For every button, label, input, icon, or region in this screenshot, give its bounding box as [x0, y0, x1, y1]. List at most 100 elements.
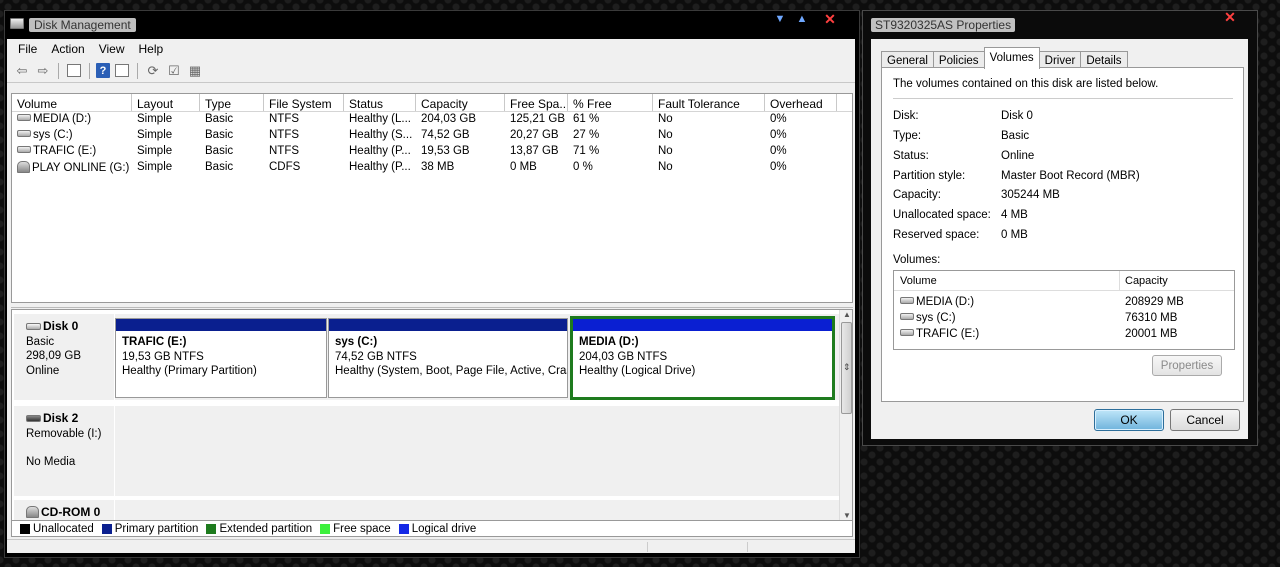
partition-status: Healthy (Primary Partition): [122, 365, 257, 377]
volumes-table[interactable]: Volume Capacity MEDIA (D:) 208929 MB sys…: [893, 270, 1235, 350]
disk-row-disk-0[interactable]: Disk 0 Basic 298,09 GB Online TRAFIC (E:…: [12, 314, 840, 400]
column-header-status[interactable]: Status: [344, 94, 416, 111]
field-value: 0 MB: [1001, 229, 1028, 241]
show-hide-console-tree-icon[interactable]: [65, 62, 83, 80]
partition-name: sys (C:): [335, 336, 378, 348]
volume-capacity: 76310 MB: [1125, 312, 1178, 324]
volume-name: sys (C:): [33, 129, 73, 141]
hard-disk-icon: [26, 323, 41, 330]
window-title: Disk Management: [29, 18, 136, 32]
cell-volume: MEDIA (D:): [12, 112, 132, 128]
cell-status: Healthy (P...: [349, 145, 411, 157]
menu-help[interactable]: Help: [132, 39, 171, 59]
column-header-layout[interactable]: Layout: [132, 94, 200, 111]
column-header-volume[interactable]: Volume: [12, 94, 132, 111]
disk-row-cdrom-0[interactable]: CD-ROM 0 DVD (F:): [12, 500, 840, 520]
column-header-file-system[interactable]: File System: [264, 94, 344, 111]
column-header-capacity[interactable]: Capacity: [416, 94, 505, 111]
volume-name: PLAY ONLINE (G:): [32, 162, 130, 174]
field-label: Disk:: [893, 110, 919, 122]
cancel-button[interactable]: Cancel: [1170, 409, 1240, 431]
help-icon[interactable]: ?: [96, 63, 110, 78]
volume-list[interactable]: Volume Layout Type File System Status Capacit…: [11, 93, 853, 303]
column-header-overhead[interactable]: Overhead: [765, 94, 837, 111]
drive-icon: [900, 329, 914, 336]
partition-size: 74,52 GB NTFS: [335, 350, 417, 363]
partition-status: Healthy (Logical Drive): [579, 365, 696, 377]
disk-view-scrollbar[interactable]: ▲ ⇕ ▼: [839, 310, 852, 520]
field-label: Status:: [893, 150, 929, 162]
scroll-up-arrow-icon[interactable]: ▲: [843, 310, 851, 319]
legend-label: Extended partition: [219, 522, 313, 535]
cd-icon: [17, 161, 30, 173]
cell-overhead: 0%: [770, 113, 787, 125]
disk-row-disk-2[interactable]: Disk 2 Removable (I:) No Media: [12, 406, 840, 496]
maximize-button[interactable]: ▲: [791, 11, 813, 29]
refresh-icon[interactable]: ⟳: [144, 62, 162, 80]
ok-button[interactable]: OK: [1094, 409, 1164, 431]
volume-row[interactable]: MEDIA (D:) 208929 MB: [894, 295, 1234, 311]
column-header-percent-free[interactable]: % Free: [568, 94, 653, 111]
menu-file[interactable]: File: [11, 39, 44, 59]
column-header-type[interactable]: Type: [200, 94, 264, 111]
cell-free-space: 125,21 GB: [510, 113, 565, 125]
disk-2-empty-area: [115, 406, 840, 496]
column-header-free-space[interactable]: Free Spa...: [505, 94, 568, 111]
cell-fault-tolerance: No: [658, 161, 673, 173]
volume-name: TRAFIC (E:): [33, 145, 97, 157]
pane-splitter[interactable]: [11, 303, 853, 308]
partition-sys-c[interactable]: sys (C:) 74,52 GB NTFS Healthy (System, …: [328, 318, 568, 398]
partition-status: Healthy (System, Boot, Page File, Active…: [335, 365, 567, 377]
disk-2-label[interactable]: Disk 2 Removable (I:) No Media: [14, 406, 114, 496]
partition-trafic-e[interactable]: TRAFIC (E:) 19,53 GB NTFS Healthy (Prima…: [115, 318, 327, 398]
volume-row[interactable]: PLAY ONLINE (G:) Simple Basic CDFS Healthy (…: [12, 160, 852, 176]
column-volume[interactable]: Volume: [894, 271, 1120, 290]
cell-type: Basic: [205, 161, 234, 173]
field-value: Online: [1001, 150, 1035, 162]
cell-capacity: 19,53 GB: [421, 145, 470, 157]
scroll-down-arrow-icon[interactable]: ▼: [843, 511, 851, 520]
minimize-button[interactable]: ▼: [769, 11, 791, 29]
properties-icon[interactable]: ☑: [165, 62, 183, 80]
menu-action[interactable]: Action: [44, 39, 91, 59]
properties-button[interactable]: Properties: [1152, 355, 1222, 376]
cdrom-0-label[interactable]: CD-ROM 0 DVD (F:): [14, 500, 114, 520]
volume-row[interactable]: TRAFIC (E:) Simple Basic NTFS Healthy (P... 1…: [12, 144, 852, 160]
cell-layout: Simple: [137, 145, 173, 157]
close-button[interactable]: ✕: [819, 11, 841, 29]
dialog-close-button[interactable]: ✕: [1219, 10, 1241, 26]
forward-arrow-icon[interactable]: ⇨: [34, 62, 52, 80]
show-action-pane-icon[interactable]: [113, 62, 131, 80]
column-capacity[interactable]: Capacity: [1120, 271, 1168, 290]
cell-fault-tolerance: No: [658, 145, 673, 157]
cell-percent-free: 27 %: [573, 129, 600, 141]
disk-0-type: Basic: [26, 335, 55, 348]
volumes-table-body: MEDIA (D:) 208929 MB sys (C:) 76310 MB T…: [894, 291, 1234, 343]
cell-capacity: 204,03 GB: [421, 113, 476, 125]
volume-row[interactable]: sys (C:) 76310 MB: [894, 311, 1234, 327]
rescan-disks-icon[interactable]: ▦: [186, 62, 204, 80]
volume-row[interactable]: sys (C:) Simple Basic NTFS Healthy (S... 74,5…: [12, 128, 852, 144]
volume-capacity: 208929 MB: [1125, 296, 1184, 308]
column-header-fault-tolerance[interactable]: Fault Tolerance: [653, 94, 765, 111]
cell-free-space: 13,87 GB: [510, 145, 559, 157]
legend-swatch: [206, 523, 217, 534]
partition-name: MEDIA (D:): [579, 336, 639, 348]
cell-percent-free: 0 %: [573, 161, 593, 173]
back-arrow-icon[interactable]: ⇦: [13, 62, 31, 80]
tab-volumes[interactable]: Volumes: [983, 47, 1040, 69]
partition-media-d[interactable]: MEDIA (D:) 204,03 GB NTFS Healthy (Logic…: [570, 316, 835, 400]
cell-percent-free: 71 %: [573, 145, 600, 157]
cell-volume: PLAY ONLINE (G:): [12, 160, 132, 176]
volume-row[interactable]: TRAFIC (E:) 20001 MB: [894, 327, 1234, 343]
cell-fault-tolerance: No: [658, 113, 673, 125]
removable-disk-icon: [26, 415, 41, 422]
panel-description: The volumes contained on this disk are l…: [893, 78, 1159, 90]
disk-0-partitions: TRAFIC (E:) 19,53 GB NTFS Healthy (Prima…: [115, 314, 840, 400]
volume-row[interactable]: MEDIA (D:) Simple Basic NTFS Healthy (L... 20…: [12, 112, 852, 128]
tab-strip: General Policies Volumes Driver Details: [881, 47, 1128, 69]
menu-view[interactable]: View: [92, 39, 132, 59]
partition-size: 204,03 GB NTFS: [579, 350, 668, 363]
volume-name: MEDIA (D:): [916, 296, 975, 308]
disk-0-label[interactable]: Disk 0 Basic 298,09 GB Online: [14, 314, 114, 400]
